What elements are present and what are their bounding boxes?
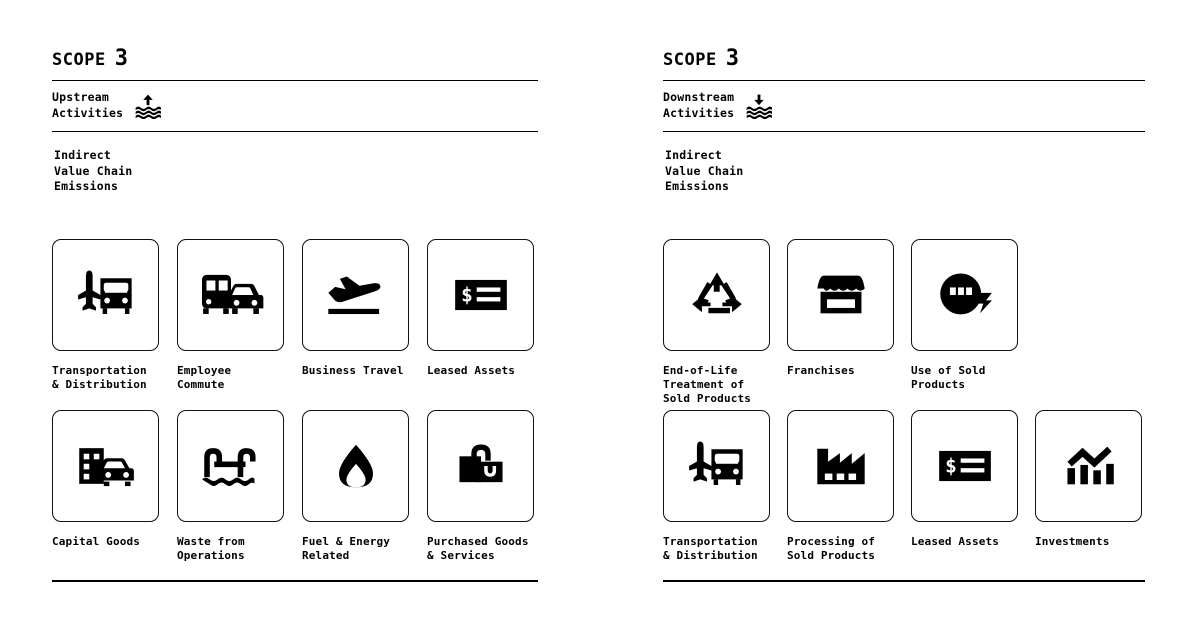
emissions-note-downstream: Indirect Value Chain Emissions bbox=[665, 148, 744, 194]
card-label: Franchises bbox=[787, 364, 855, 377]
scope-3-diagram: SCOPE 3 Upstream Activities Indirect Val… bbox=[0, 0, 1200, 630]
scope-number: 3 bbox=[114, 46, 128, 71]
card-frame[interactable]: $ bbox=[911, 410, 1018, 522]
card-processing-of-sold-products[interactable]: Processing of Sold Products bbox=[787, 410, 894, 563]
card-label: Purchased Goods & Services bbox=[427, 535, 529, 563]
card-end-of-life-treatment[interactable]: End-of-Life Treatment of Sold Products bbox=[663, 239, 770, 406]
card-label: Employee Commute bbox=[177, 364, 232, 392]
card-use-of-sold-products[interactable]: Use of Sold Products bbox=[911, 239, 1018, 406]
card-label: Capital Goods bbox=[52, 535, 141, 548]
scope-title-downstream: SCOPE 3 bbox=[663, 40, 1145, 80]
card-label: Processing of Sold Products bbox=[787, 535, 876, 563]
card-label: Leased Assets bbox=[427, 364, 516, 377]
divider-bottom-upstream bbox=[52, 580, 538, 582]
stream-band-upstream: Upstream Activities bbox=[52, 81, 538, 131]
card-label: Transportation & Distribution bbox=[52, 364, 147, 392]
card-frame[interactable] bbox=[1035, 410, 1142, 522]
stream-band-downstream: Downstream Activities bbox=[663, 81, 1145, 131]
card-frame[interactable] bbox=[302, 239, 409, 351]
card-label: Business Travel bbox=[302, 364, 404, 377]
card-investments[interactable]: Investments bbox=[1035, 410, 1142, 563]
card-frame[interactable] bbox=[52, 410, 159, 522]
panel-upstream: SCOPE 3 Upstream Activities Indirect Val… bbox=[52, 40, 538, 195]
card-label: Leased Assets bbox=[911, 535, 1000, 548]
scope-word: SCOPE bbox=[663, 50, 717, 70]
card-frame[interactable] bbox=[302, 410, 409, 522]
card-employee-commute[interactable]: Employee Commute bbox=[177, 239, 284, 392]
card-transportation-distribution[interactable]: Transportation & Distribution bbox=[52, 239, 159, 392]
divider-bottom-downstream bbox=[663, 580, 1145, 582]
card-franchises[interactable]: Franchises bbox=[787, 239, 894, 406]
card-row-downstream-1: End-of-Life Treatment of Sold Products F… bbox=[663, 239, 1018, 406]
arrow-up-over-waves-icon bbox=[135, 93, 162, 120]
card-row-downstream-2: Transportation & Distribution Processing… bbox=[663, 410, 1142, 563]
card-business-travel[interactable]: Business Travel bbox=[302, 239, 409, 392]
card-fuel-energy-related[interactable]: Fuel & Energy Related bbox=[302, 410, 409, 563]
svg-text:$: $ bbox=[945, 454, 957, 477]
card-purchased-goods-services[interactable]: Purchased Goods & Services bbox=[427, 410, 534, 563]
scope-word: SCOPE bbox=[52, 50, 106, 70]
card-leased-assets-upstream[interactable]: $ Leased Assets bbox=[427, 239, 534, 392]
card-frame[interactable] bbox=[663, 410, 770, 522]
card-frame[interactable] bbox=[52, 239, 159, 351]
card-frame[interactable] bbox=[177, 410, 284, 522]
card-frame[interactable]: $ bbox=[427, 239, 534, 351]
card-frame[interactable] bbox=[787, 410, 894, 522]
svg-text:$: $ bbox=[461, 283, 473, 306]
card-label: End-of-Life Treatment of Sold Products bbox=[663, 364, 752, 406]
scope-number: 3 bbox=[725, 46, 739, 71]
card-label: Investments bbox=[1035, 535, 1110, 548]
stream-label-upstream: Upstream Activities bbox=[52, 90, 124, 120]
emissions-note-upstream: Indirect Value Chain Emissions bbox=[54, 148, 133, 194]
stream-label-downstream: Downstream Activities bbox=[663, 90, 735, 120]
card-row-upstream-2: Capital Goods Waste from Operations Fuel… bbox=[52, 410, 534, 563]
card-frame[interactable] bbox=[787, 239, 894, 351]
scope-title-upstream: SCOPE 3 bbox=[52, 40, 538, 80]
card-waste-from-operations[interactable]: Waste from Operations bbox=[177, 410, 284, 563]
card-label: Transportation & Distribution bbox=[663, 535, 758, 563]
panel-downstream: SCOPE 3 Downstream Activities Indirect V… bbox=[663, 40, 1145, 195]
card-label: Use of Sold Products bbox=[911, 364, 986, 392]
card-transportation-distribution-downstream[interactable]: Transportation & Distribution bbox=[663, 410, 770, 563]
card-capital-goods[interactable]: Capital Goods bbox=[52, 410, 159, 563]
card-frame[interactable] bbox=[427, 410, 534, 522]
arrow-down-over-waves-icon bbox=[746, 93, 773, 120]
card-label: Waste from Operations bbox=[177, 535, 245, 563]
card-label: Fuel & Energy Related bbox=[302, 535, 391, 563]
card-frame[interactable] bbox=[663, 239, 770, 351]
card-row-upstream-1: Transportation & Distribution Employee C… bbox=[52, 239, 534, 392]
card-frame[interactable] bbox=[911, 239, 1018, 351]
card-leased-assets-downstream[interactable]: $ Leased Assets bbox=[911, 410, 1018, 563]
card-frame[interactable] bbox=[177, 239, 284, 351]
